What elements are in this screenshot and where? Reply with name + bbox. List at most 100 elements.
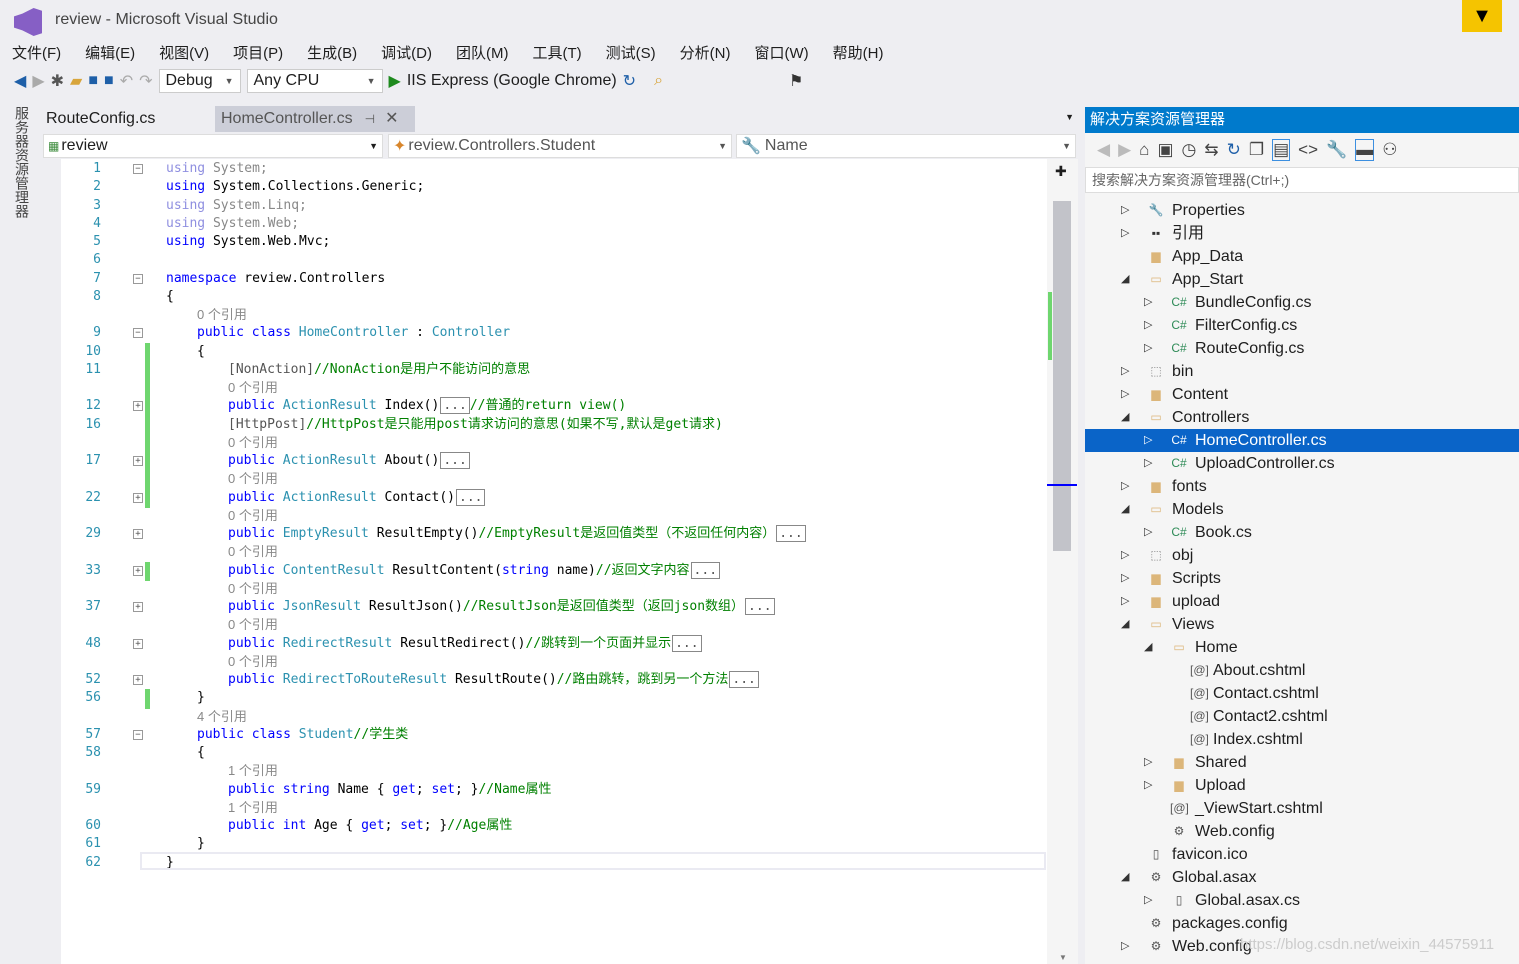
menu-item[interactable]: 分析(N) — [680, 42, 731, 63]
save-all-icon[interactable]: ■ — [104, 72, 114, 90]
server-explorer-tab[interactable]: 服务器资源管理器 — [0, 100, 40, 964]
expand-arrow-icon[interactable]: ▷ — [1144, 774, 1152, 797]
properties-icon[interactable]: 🔧 — [1326, 140, 1347, 160]
tree-item[interactable]: ▷ C# RouteConfig.cs — [1085, 337, 1519, 360]
tree-item[interactable]: ⚙ Web.config — [1085, 820, 1519, 843]
expand-icon[interactable]: + — [133, 401, 143, 412]
back-icon[interactable]: ◀ — [14, 71, 26, 91]
reference-count[interactable]: 0 个引用 — [228, 654, 278, 669]
code-line[interactable]: 33 + public ContentResult ResultContent(st… — [61, 561, 1051, 581]
tree-item[interactable]: ▷ ▆ upload — [1085, 590, 1519, 613]
tree-item[interactable]: ⚙ packages.config — [1085, 912, 1519, 935]
reference-count[interactable]: 1 个引用 — [228, 763, 278, 778]
code-line[interactable]: 6 — [61, 251, 1051, 269]
refresh-icon[interactable]: ↻ — [1227, 140, 1241, 160]
save-icon[interactable]: ■ — [88, 72, 98, 90]
refresh-icon[interactable]: ↻ — [623, 71, 636, 91]
collapsed-region[interactable]: ... — [745, 598, 775, 615]
tab-homecontroller[interactable]: HomeController.cs ⊣ ✕ — [215, 106, 415, 132]
code-line[interactable]: 7 − namespace review.Controllers — [61, 270, 1051, 288]
collapse-icon[interactable]: − — [133, 273, 143, 284]
tree-item[interactable]: ▷ C# FilterConfig.cs — [1085, 314, 1519, 337]
platform-select[interactable]: Any CPU ▼ — [246, 69, 383, 93]
tree-item[interactable]: ▯ favicon.ico — [1085, 843, 1519, 866]
collapse-arrow-icon[interactable]: ◢ — [1121, 498, 1129, 521]
code-line[interactable]: 8{ — [61, 288, 1051, 306]
tree-item[interactable]: ▷ C# Book.cs — [1085, 521, 1519, 544]
expand-arrow-icon[interactable]: ▷ — [1144, 291, 1152, 314]
home-icon[interactable]: ⌂ — [1139, 140, 1149, 160]
expand-icon[interactable]: + — [133, 492, 143, 503]
pending-changes-icon[interactable]: ◷ — [1182, 140, 1197, 160]
code-line[interactable]: 58 { — [61, 744, 1051, 762]
menu-item[interactable]: 生成(B) — [307, 42, 357, 63]
menu-item[interactable]: 编辑(E) — [85, 42, 135, 63]
filter-icon[interactable]: ▼ — [1462, 0, 1502, 32]
tree-item[interactable]: ▷ C# UploadController.cs — [1085, 452, 1519, 475]
expand-arrow-icon[interactable]: ▷ — [1121, 590, 1129, 613]
type-dropdown[interactable]: ✦ review.Controllers.Student ▼ — [388, 134, 732, 158]
tree-item[interactable]: ◢ ▭ App_Start — [1085, 268, 1519, 291]
expand-icon[interactable]: + — [133, 456, 143, 466]
code-line[interactable]: 5 using System.Web.Mvc; — [61, 233, 1051, 251]
reference-count[interactable]: 0 个引用 — [228, 508, 278, 523]
play-icon[interactable]: ▶ — [389, 71, 401, 91]
collapsed-region[interactable]: ... — [776, 525, 806, 542]
code-line[interactable]: 61} — [61, 835, 1051, 853]
close-icon[interactable]: ✕ — [385, 110, 398, 127]
member-dropdown[interactable]: 🔧 Name ▼ — [736, 134, 1076, 158]
tree-item[interactable]: ▷ ▆ fonts — [1085, 475, 1519, 498]
code-line[interactable]: 29 + public EmptyResult ResultEmpty()//Emp… — [61, 525, 1051, 543]
tree-item[interactable]: ▷ ▆ Shared — [1085, 751, 1519, 774]
collapsed-region[interactable]: ... — [672, 634, 702, 652]
scrollbar-thumb[interactable] — [1053, 201, 1071, 551]
code-line[interactable]: 48 + public RedirectResult ResultRedirect(… — [61, 634, 1051, 653]
code-line[interactable]: 12 + public ActionResult Index()...//普通的re… — [61, 397, 1051, 417]
tree-item[interactable]: [@] About.cshtml — [1085, 659, 1519, 682]
tree-item[interactable]: ▷ ▪▪ 引用 — [1085, 222, 1519, 245]
tab-overflow-icon[interactable]: ▼ — [1065, 112, 1074, 122]
reference-count[interactable]: 0 个引用 — [228, 617, 278, 632]
code-line[interactable]: 4 using System.Web; — [61, 215, 1051, 233]
reference-count[interactable]: 1 个引用 — [228, 800, 278, 815]
tree-item[interactable]: [@] Index.cshtml — [1085, 728, 1519, 751]
solution-search-input[interactable]: 搜索解决方案资源管理器(Ctrl+;) — [1085, 167, 1519, 193]
code-line[interactable]: 52 + public RedirectToRouteResult ResultRo… — [61, 671, 1051, 689]
run-button[interactable]: IIS Express (Google Chrome) — [407, 72, 617, 90]
collapse-arrow-icon[interactable]: ◢ — [1121, 406, 1129, 429]
forward-icon[interactable]: ▶ — [1118, 140, 1131, 160]
menu-item[interactable]: 工具(T) — [532, 42, 581, 63]
menu-item[interactable]: 视图(V) — [159, 42, 209, 63]
tree-item[interactable]: ◢ ▭ Controllers — [1085, 406, 1519, 429]
code-line[interactable]: 17 + public ActionResult About()... — [61, 452, 1051, 472]
expand-icon[interactable]: + — [133, 602, 143, 612]
code-line[interactable]: 60 public int Age { get; set; }//Age属性 — [61, 817, 1051, 835]
tree-item[interactable]: ▆ App_Data — [1085, 245, 1519, 268]
expand-arrow-icon[interactable]: ▷ — [1144, 429, 1152, 452]
tree-item[interactable]: ◢ ⚙ Global.asax — [1085, 866, 1519, 889]
menu-item[interactable]: 调试(D) — [381, 42, 432, 63]
menu-item[interactable]: 测试(S) — [606, 42, 656, 63]
redo-icon[interactable]: ↷ — [139, 71, 152, 91]
code-line[interactable]: 11 [NonAction]//NonAction是用户不能访问的意思 — [61, 360, 1051, 380]
pin-icon[interactable]: ⊣ — [365, 112, 375, 126]
expand-arrow-icon[interactable]: ▷ — [1121, 567, 1129, 590]
expand-arrow-icon[interactable]: ▷ — [1121, 935, 1129, 958]
tree-item[interactable]: ▷ C# HomeController.cs — [1085, 429, 1519, 452]
switch-views-icon[interactable]: ▣ — [1157, 140, 1173, 160]
vertical-scrollbar[interactable]: ✚ ▼ — [1047, 159, 1078, 964]
expand-arrow-icon[interactable]: ▷ — [1144, 889, 1152, 912]
code-line[interactable]: 1 − using System; — [61, 160, 1051, 178]
bookmark-icon[interactable]: ⚑ — [789, 71, 803, 91]
back-icon[interactable]: ◀ — [1097, 140, 1110, 160]
reference-count[interactable]: 0 个引用 — [228, 435, 278, 450]
collapse-icon[interactable]: − — [133, 729, 143, 740]
expand-arrow-icon[interactable]: ▷ — [1144, 751, 1152, 774]
tree-item[interactable]: ▷ ⬚ bin — [1085, 360, 1519, 383]
expand-arrow-icon[interactable]: ▷ — [1121, 222, 1129, 245]
view-code-icon[interactable]: <> — [1298, 140, 1318, 160]
code-line[interactable]: 2 using System.Collections.Generic; — [61, 178, 1051, 196]
collapsed-region[interactable]: ... — [440, 452, 470, 469]
expand-arrow-icon[interactable]: ▷ — [1121, 360, 1129, 383]
class-diagram-icon[interactable]: ⚇ — [1382, 140, 1397, 160]
